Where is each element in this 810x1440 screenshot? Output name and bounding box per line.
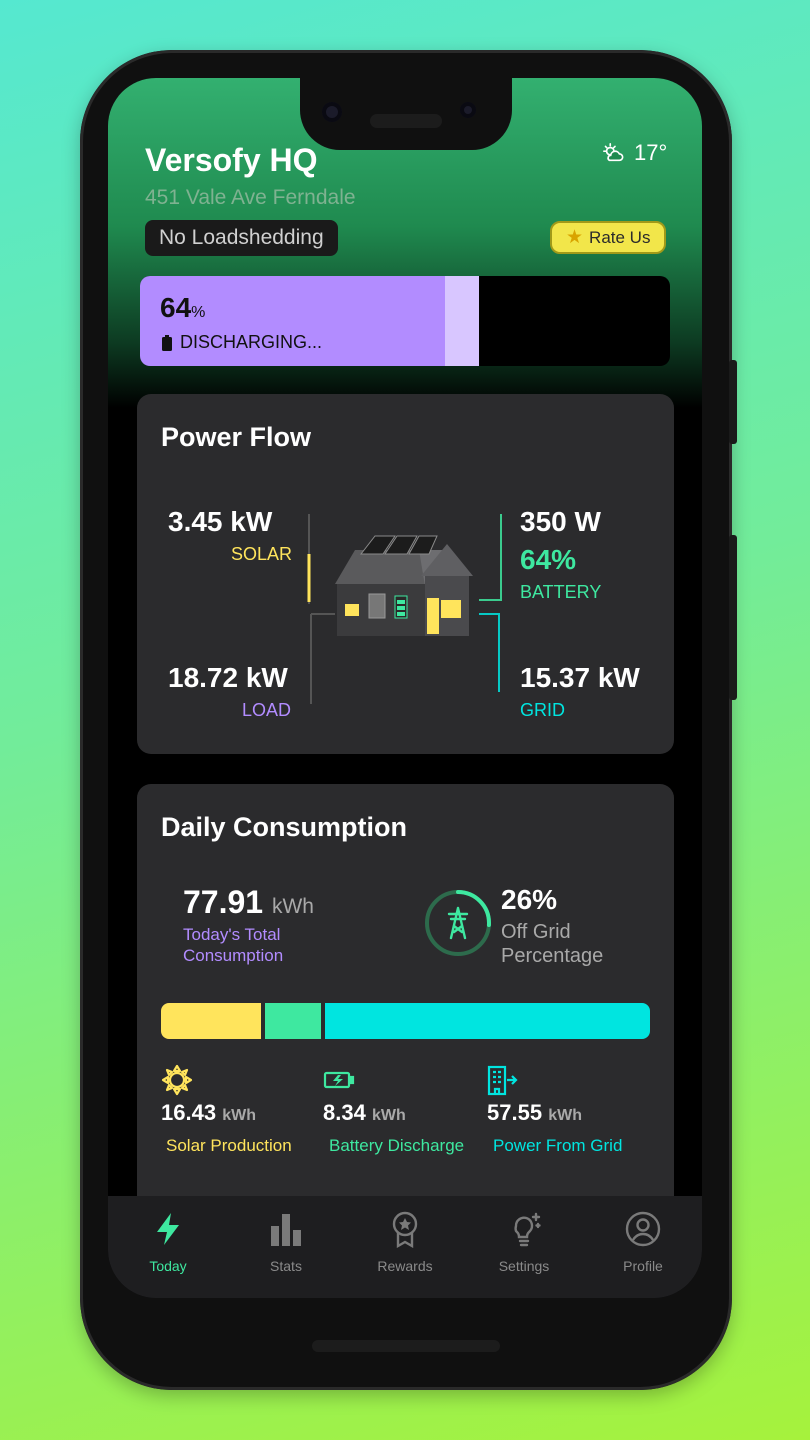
star-icon: ★ (566, 227, 584, 248)
battery-discharge-label: Battery Discharge (329, 1136, 465, 1155)
off-grid-percent: 26% (501, 884, 558, 915)
load-label: LOAD (242, 700, 292, 720)
battery-percent-value: 64 (160, 292, 192, 323)
daily-consumption-card[interactable]: Daily Consumption 77.91 kWh Today's Tota… (137, 784, 674, 1214)
phone-volume-button (729, 535, 737, 700)
loadshedding-status-badge: No Loadshedding (145, 220, 338, 256)
rate-us-button[interactable]: ★ Rate Us (550, 221, 667, 254)
total-consumption-value: 77.91 kWh (183, 884, 314, 921)
tab-profile-label: Profile (623, 1258, 663, 1274)
weather-widget[interactable]: 17° (602, 140, 667, 166)
grid-flow-line (479, 613, 500, 692)
battery-percent-flow: 64% (520, 544, 577, 575)
solar-production-unit: kWh (222, 1107, 256, 1124)
daily-consumption-title: Daily Consumption (161, 812, 408, 842)
grid-building-icon (487, 1065, 518, 1096)
battery-discharge-unit: kWh (371, 1107, 406, 1124)
load-power-value: 18.72 kW (168, 662, 288, 693)
battery-charging-icon (323, 1071, 355, 1089)
solar-production-number: 16.43 (161, 1100, 217, 1125)
power-pylon-icon (447, 906, 469, 940)
total-consumption-number: 77.91 (183, 884, 264, 920)
sun-icon (161, 1064, 193, 1096)
power-from-grid-value: 57.55 kWh (487, 1100, 582, 1126)
battery-discharge-value: 8.34 kWh (323, 1100, 406, 1126)
tab-today[interactable]: Today (109, 1196, 227, 1298)
tab-profile[interactable]: Profile (584, 1196, 702, 1298)
consumption-segment-battery (265, 1003, 321, 1039)
battery-label: BATTERY (520, 582, 602, 602)
power-from-grid-unit: kWh (548, 1107, 582, 1124)
off-grid-ring (425, 890, 491, 956)
solar-production-value: 16.43 kWh (161, 1100, 256, 1126)
battery-discharge-number: 8.34 (323, 1100, 366, 1125)
solar-label: SOLAR (231, 544, 293, 564)
battery-power-value: 350 W (520, 506, 601, 537)
total-consumption-unit: kWh (271, 895, 314, 918)
power-from-grid-label: Power From Grid (493, 1136, 623, 1155)
tab-settings-label: Settings (498, 1258, 550, 1274)
phone-side-button (729, 360, 737, 444)
lightning-icon (157, 1213, 179, 1245)
tab-rewards[interactable]: Rewards (346, 1196, 464, 1298)
temperature: 17° (634, 140, 668, 165)
site-address: 451 Vale Ave Ferndale (145, 186, 356, 209)
tab-stats[interactable]: Stats (227, 1196, 345, 1298)
grid-label: GRID (520, 700, 565, 720)
house-icon (335, 535, 473, 636)
battery-icon (162, 334, 172, 351)
phone-home-pill (312, 1340, 500, 1352)
power-flow-title: Power Flow (161, 422, 312, 452)
bottom-tab-bar: Today Stats Rewards Settings Profile (108, 1196, 702, 1298)
tab-stats-label: Stats (270, 1258, 302, 1274)
tab-today-label: Today (149, 1258, 187, 1274)
battery-percent: 64% (160, 292, 205, 324)
power-flow-card[interactable]: Power Flow 3.45 kW SOLAR 350 W 64% BATTE… (137, 394, 674, 754)
total-consumption-label: Today's Total Consumption (183, 925, 284, 965)
solar-power-value: 3.45 kW (168, 506, 273, 537)
user-circle-icon (625, 1211, 661, 1247)
battery-level-edge (445, 276, 479, 366)
battery-percent-unit: % (191, 304, 206, 321)
power-flow-diagram (307, 514, 502, 704)
rate-us-label: Rate Us (589, 227, 651, 247)
grid-power-value: 15.37 kW (520, 662, 640, 693)
consumption-segment-grid (325, 1003, 650, 1039)
load-flow-line (310, 613, 335, 704)
battery-level-bar[interactable]: 64% DISCHARGING... (140, 276, 670, 366)
battery-state: DISCHARGING... (162, 332, 322, 353)
bar-chart-icon (271, 1214, 301, 1246)
consumption-segment-solar (161, 1003, 261, 1039)
partly-cloudy-icon (603, 143, 624, 162)
app-screen: Versofy HQ 451 Vale Ave Ferndale 17° No … (108, 78, 702, 1298)
off-grid-label: Off Grid Percentage (501, 921, 604, 967)
tab-settings[interactable]: Settings (465, 1196, 583, 1298)
power-from-grid-number: 57.55 (487, 1100, 543, 1125)
award-ribbon-icon (392, 1211, 418, 1248)
site-title: Versofy HQ (145, 142, 318, 178)
battery-state-label: DISCHARGING... (180, 332, 323, 352)
camera-notch (300, 78, 512, 150)
lightbulb-icon (514, 1212, 541, 1247)
battery-flow-line (479, 514, 502, 601)
tab-rewards-label: Rewards (377, 1258, 433, 1274)
solar-production-label: Solar Production (166, 1136, 292, 1155)
